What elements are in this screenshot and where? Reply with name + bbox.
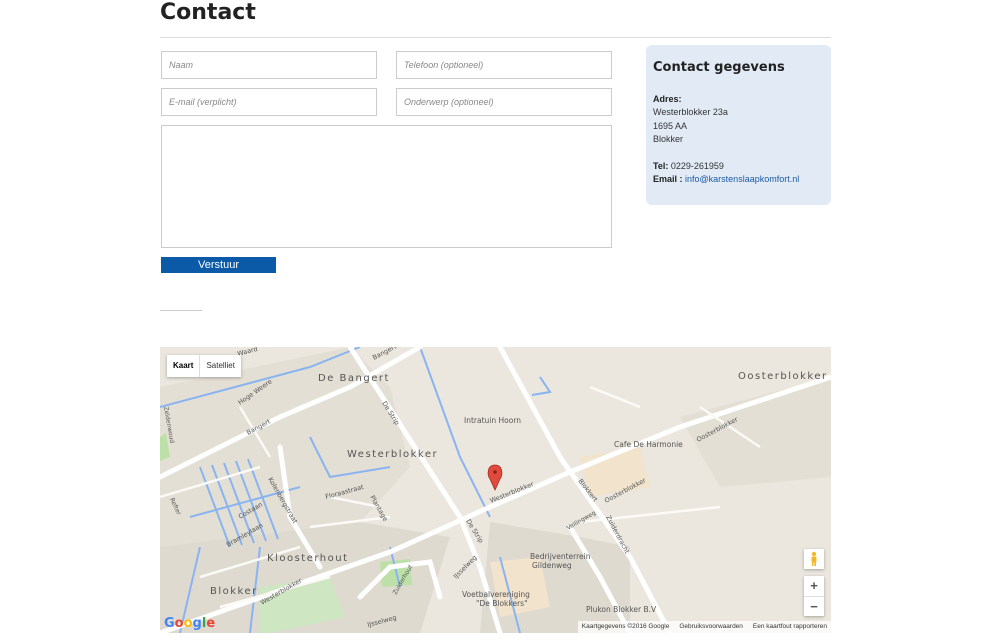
google-logo: Google	[164, 616, 216, 631]
map-type-kaart[interactable]: Kaart	[167, 355, 201, 377]
address-city: Blokker	[653, 134, 684, 144]
map-poi-bedrijventerrein: Bedrijventerrein	[530, 552, 591, 561]
map-label-blokker: Blokker	[210, 586, 258, 597]
map-poi-intratuin: Intratuin Hoorn	[464, 416, 521, 425]
report-error-link[interactable]: Een kaartfout rapporteren	[753, 621, 827, 633]
map-type-control: Kaart Satelliet	[167, 355, 241, 377]
map-label-westerblokker: Westerblokker	[347, 449, 438, 460]
zoom-out-button[interactable]: −	[804, 597, 824, 617]
map-poi-voetbal: Voetbalvereniging	[462, 590, 530, 599]
contact-info-box: Contact gegevens Adres: Westerblokker 23…	[646, 45, 831, 205]
pegman-icon[interactable]	[804, 549, 824, 569]
terms-link[interactable]: Gebruiksvoorwaarden	[679, 621, 743, 633]
message-textarea[interactable]	[161, 125, 612, 248]
map-poi-gildenweg: Gildenweg	[532, 561, 572, 570]
tel-value: 0229-261959	[670, 160, 724, 171]
map-canvas[interactable]: De Bangert Westerblokker Kloosterhout Bl…	[160, 347, 831, 633]
map-data-credit: Kaartgegevens ©2016 Google	[581, 623, 670, 630]
contact-heading: Contact gegevens	[653, 60, 785, 75]
tel-label: Tel:	[653, 160, 669, 171]
email-label: Email :	[653, 174, 683, 184]
email-link[interactable]: info@karstenslaapkomfort.nl	[685, 174, 799, 184]
map-label-kloosterhout: Kloosterhout	[267, 553, 349, 564]
zoom-control: + −	[804, 576, 824, 616]
name-input[interactable]	[161, 51, 377, 79]
address-street: Westerblokker 23a	[653, 107, 728, 117]
email-input[interactable]	[161, 88, 377, 116]
map-poi-voetbal-name: "De Blokkers"	[476, 599, 528, 608]
map-footer: Kaartgegevens ©2016 Google Gebruiksvoorw…	[577, 621, 831, 633]
title-divider	[160, 37, 831, 38]
page-title: Contact	[160, 0, 256, 25]
map-label-oosterblokker: Oosterblokker	[738, 371, 828, 382]
zoom-in-button[interactable]: +	[804, 576, 824, 597]
submit-button[interactable]: Verstuur	[161, 257, 276, 273]
map-poi-plukon: Plukon Blokker B.V	[586, 605, 657, 614]
address-label: Adres:	[653, 93, 682, 104]
map-label-de-bangert: De Bangert	[318, 373, 390, 384]
address-postcode: 1695 AA	[653, 120, 688, 131]
subject-input[interactable]	[396, 88, 612, 116]
phone-input[interactable]	[396, 51, 612, 79]
map-poi-cafe: Cafe De Harmonie	[614, 440, 683, 449]
map-type-satelliet[interactable]: Satelliet	[200, 355, 240, 377]
section-divider	[160, 310, 202, 311]
google-map[interactable]: De Bangert Westerblokker Kloosterhout Bl…	[160, 347, 831, 633]
